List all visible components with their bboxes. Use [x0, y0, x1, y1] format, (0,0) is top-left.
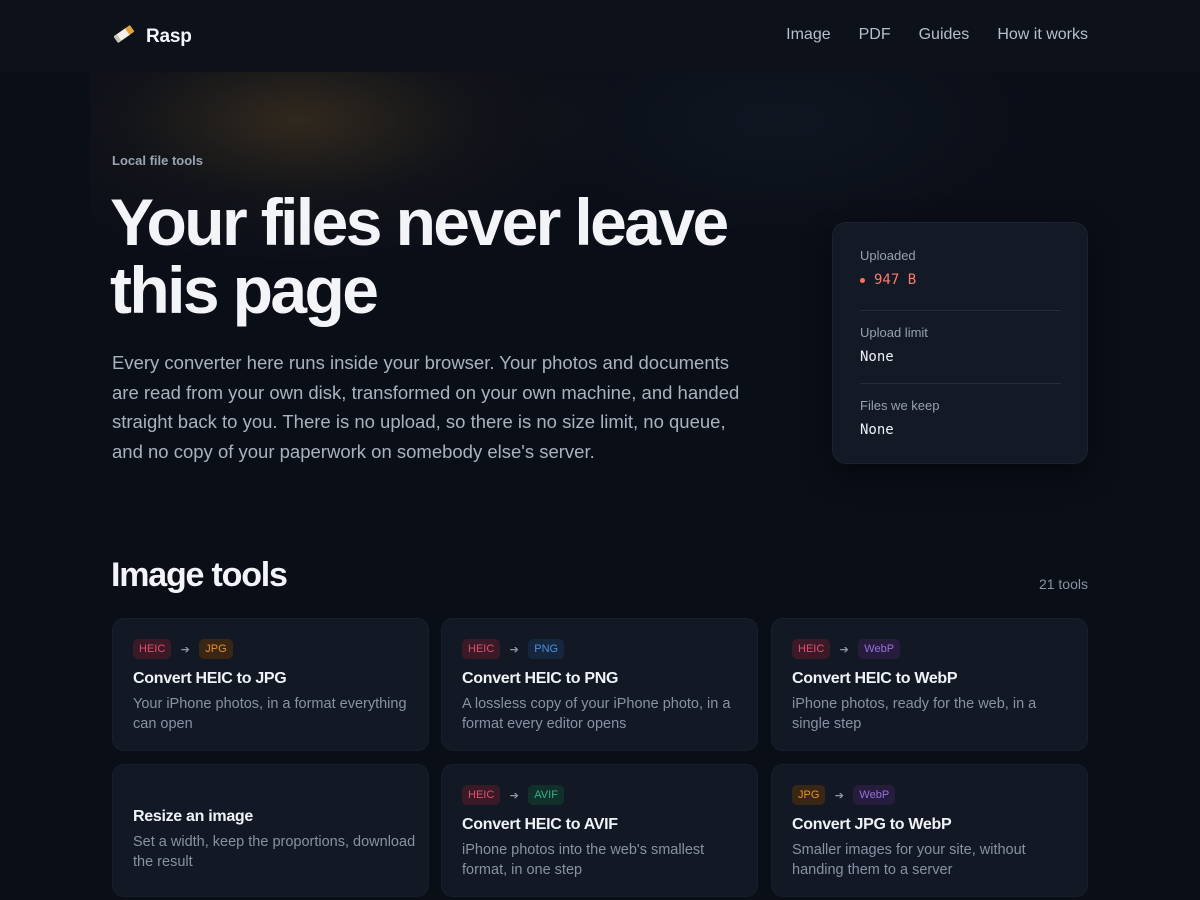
tool-card-heic-to-webp[interactable]: HEIC ➔ WebP Convert HEIC to WebP iPhone … — [771, 618, 1088, 751]
nav-image[interactable]: Image — [786, 26, 830, 44]
format-pills: HEIC ➔ AVIF — [462, 785, 564, 805]
site-header: Rasp Image PDF Guides How it works — [0, 0, 1200, 72]
format-pills: JPG ➔ WebP — [792, 785, 896, 805]
tool-description: iPhone photos into the web's smallest fo… — [462, 842, 705, 878]
tool-title: Convert HEIC to AVIF — [462, 816, 618, 833]
tool-card-jpg-to-webp[interactable]: JPG ➔ WebP Convert JPG to WebP Smaller i… — [771, 764, 1088, 897]
tool-description: Smaller images for your site, without ha… — [792, 842, 1026, 878]
arrow-right-icon: ➔ — [839, 643, 849, 656]
privacy-stats-card: Uploaded 947 B Upload limit None Files w… — [832, 222, 1088, 464]
format-to: WebP — [858, 639, 901, 659]
hero-lede: Every converter here runs inside your br… — [112, 352, 740, 462]
tool-card-resize-image[interactable]: Resize an image Set a width, keep the pr… — [112, 764, 429, 897]
format-from: HEIC — [792, 639, 831, 659]
status-dot-icon — [860, 277, 865, 283]
section-title: Image tools — [111, 556, 288, 594]
tool-title: Convert HEIC to WebP — [792, 670, 958, 687]
format-pills: HEIC ➔ JPG — [133, 639, 233, 659]
brand[interactable]: Rasp — [112, 24, 192, 49]
nav-how-it-works[interactable]: How it works — [997, 26, 1088, 44]
hero-title-line-2: this page — [110, 253, 379, 327]
stat-value: None — [860, 349, 894, 365]
format-to: AVIF — [528, 785, 564, 805]
tool-title: Resize an image — [133, 808, 254, 825]
divider — [860, 383, 1061, 384]
arrow-right-icon: ➔ — [509, 643, 519, 656]
tool-title: Convert HEIC to JPG — [133, 670, 287, 687]
arrow-right-icon: ➔ — [509, 789, 519, 802]
tool-card-heic-to-avif[interactable]: HEIC ➔ AVIF Convert HEIC to AVIF iPhone … — [441, 764, 758, 897]
hero-title-line-1: Your files never leave — [110, 185, 729, 259]
format-from: HEIC — [462, 639, 501, 659]
format-from: HEIC — [462, 785, 501, 805]
stat-label: Uploaded — [860, 248, 916, 263]
stat-label: Upload limit — [860, 325, 928, 340]
hero-eyebrow: Local file tools — [112, 153, 204, 168]
tool-card-heic-to-jpg[interactable]: HEIC ➔ JPG Convert HEIC to JPG Your iPho… — [112, 618, 429, 751]
stat-uploaded: Uploaded 947 B — [860, 248, 1061, 288]
arrow-right-icon: ➔ — [834, 789, 845, 802]
format-from: JPG — [792, 785, 826, 805]
tool-description: iPhone photos, ready for the web, in a s… — [792, 696, 1037, 732]
format-pills: HEIC ➔ PNG — [462, 639, 565, 659]
stat-value: None — [860, 422, 894, 438]
format-to: WebP — [853, 785, 896, 805]
brand-name: Rasp — [146, 25, 192, 47]
tool-title: Convert JPG to WebP — [792, 816, 952, 833]
format-pills: HEIC ➔ WebP — [792, 639, 901, 659]
stat-value: 947 B — [860, 272, 1061, 288]
tool-count: 21 tools — [1038, 576, 1088, 592]
tool-description: Set a width, keep the proportions, downl… — [133, 834, 416, 870]
tool-description: A lossless copy of your iPhone photo, in… — [462, 696, 731, 732]
arrow-right-icon: ➔ — [180, 643, 190, 656]
tool-description: Your iPhone photos, in a format everythi… — [133, 696, 407, 732]
format-to: JPG — [199, 639, 233, 659]
tool-card-heic-to-png[interactable]: HEIC ➔ PNG Convert HEIC to PNG A lossles… — [441, 618, 758, 751]
stat-upload-limit: Upload limit None — [860, 325, 1061, 365]
tool-title: Convert HEIC to PNG — [462, 670, 619, 687]
page: Rasp Image PDF Guides How it works Local… — [0, 0, 1200, 900]
logo-icon — [112, 24, 136, 49]
stat-files-kept: Files we keep None — [860, 398, 1061, 438]
nav-guides[interactable]: Guides — [919, 26, 970, 44]
format-to: PNG — [528, 639, 565, 659]
divider — [860, 310, 1061, 311]
format-from: HEIC — [133, 639, 172, 659]
main-nav: Image PDF Guides How it works — [786, 26, 1088, 44]
nav-pdf[interactable]: PDF — [859, 26, 891, 44]
uploaded-bytes: 947 B — [874, 272, 917, 288]
hero-title: Your files never leave this page — [110, 188, 750, 324]
stat-label: Files we keep — [860, 398, 940, 413]
